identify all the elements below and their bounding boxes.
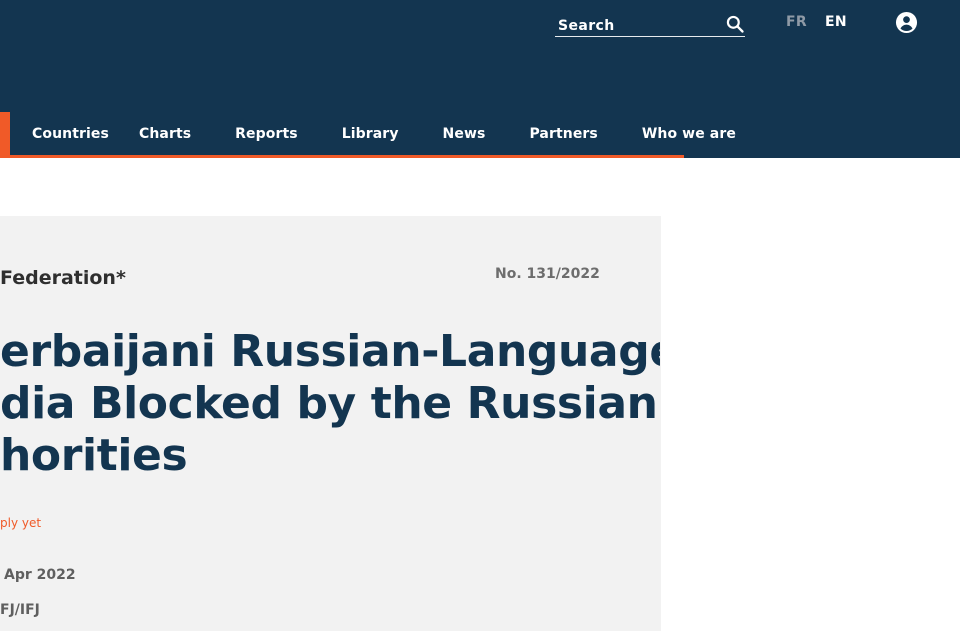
nav-reports[interactable]: Reports: [235, 126, 298, 142]
country-label: Federation*: [0, 267, 126, 289]
alert-partners: FJ/IFJ: [0, 602, 40, 618]
nav-partners[interactable]: Partners: [529, 126, 597, 142]
nav-charts[interactable]: Charts: [139, 126, 191, 142]
alert-title-line: horities: [0, 430, 188, 481]
nav-library[interactable]: Library: [342, 126, 399, 142]
alert-title: erbaijani Russian-Language dia Blocked b…: [0, 326, 660, 482]
search-icon[interactable]: [725, 14, 745, 34]
alert-title-line: dia Blocked by the Russian: [0, 378, 658, 429]
nav-who-we-are[interactable]: Who we are: [642, 126, 736, 142]
reply-status: ply yet: [0, 516, 42, 530]
nav-news[interactable]: News: [443, 126, 486, 142]
nav-underline: [0, 155, 684, 158]
language-en[interactable]: EN: [825, 14, 847, 30]
search-box[interactable]: [555, 14, 745, 37]
nav-countries[interactable]: Countries: [32, 126, 109, 142]
nav-accent-bar: [0, 112, 10, 158]
site-header: FR EN Countries Charts Reports Library N…: [0, 0, 960, 158]
main-navigation: Countries Charts Reports Library News Pa…: [10, 112, 736, 155]
alert-number: No. 131/2022: [495, 266, 600, 282]
language-fr[interactable]: FR: [786, 14, 807, 30]
user-icon[interactable]: [895, 11, 918, 34]
alert-date: Apr 2022: [4, 567, 76, 583]
search-input[interactable]: [558, 17, 718, 35]
alert-title-line: erbaijani Russian-Language: [0, 326, 660, 377]
